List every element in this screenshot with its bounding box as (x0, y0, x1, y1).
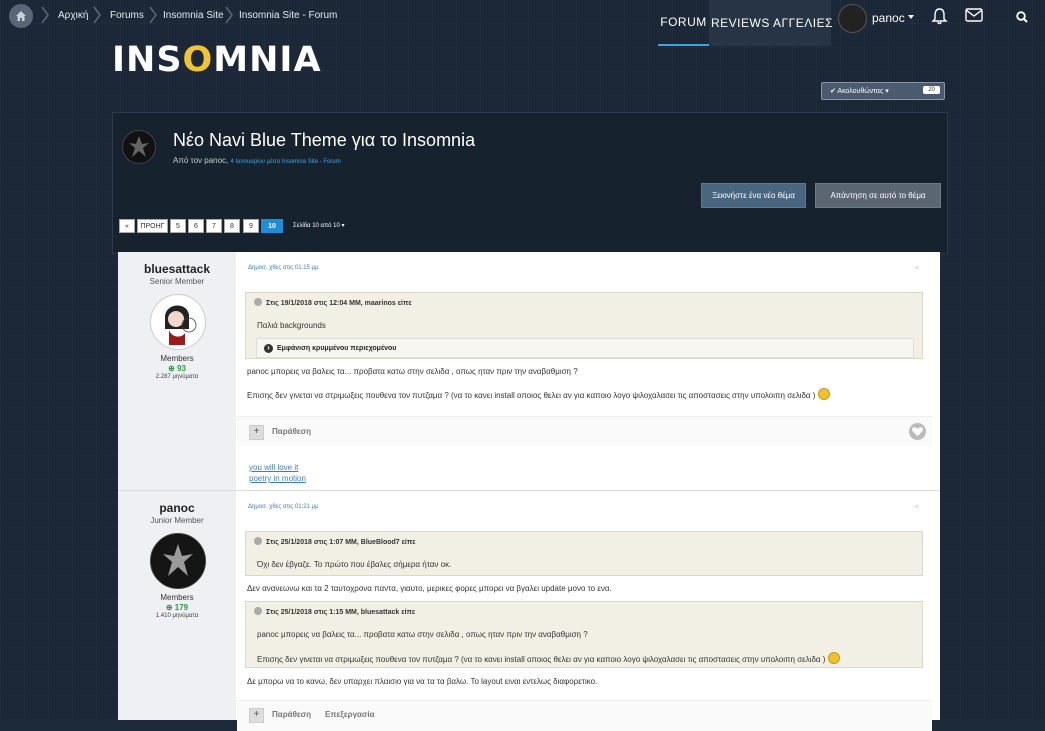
post-author-avatar[interactable] (150, 533, 206, 589)
breadcrumb-home[interactable]: Αρχική (58, 10, 88, 21)
post-text: Δε μπορω να το κανω, δεν υπαρχει πλαισιο… (247, 677, 598, 686)
quote-block: Στις 25/1/2018 στις 1:07 ΜΜ, BlueBlood7 … (245, 531, 923, 576)
nav-ads[interactable]: ΑΓΓΕΛΙΕΣ (773, 0, 833, 46)
user-name[interactable]: panoc (872, 11, 905, 25)
post-author-reputation: ⊕ 93 (168, 364, 186, 373)
topic-author[interactable]: Από τον panoc, (173, 156, 228, 165)
quote-text: Όχι δεν έβγαζε. Το πρώτο που έβαλες σήμε… (257, 560, 452, 569)
post: bluesattack Senior Member Members ⊕ 93 2… (118, 252, 940, 490)
quote-text: Επισης δεν γινεται να στριμωξεις πουθενα… (257, 655, 826, 664)
post-date[interactable]: Δημοσ. χθες στις 01:15 μμ (248, 265, 318, 271)
hidden-content-toggle[interactable]: Εμφάνιση κρυμμένου περιεχομένου (256, 338, 914, 358)
quote-header: Στις 25/1/2018 στις 1:15 ΜΜ, bluesattack… (254, 607, 415, 616)
heart-icon[interactable] (909, 423, 926, 440)
topic-author-avatar[interactable] (122, 130, 156, 164)
post-author-group: Members (160, 593, 194, 602)
post-text-line: Επισης δεν γινεται να στριμωξεις πουθενα… (247, 388, 831, 400)
post-text: Δεν ανανεωνω και τα 2 ταυτοχρονα παντα, … (247, 584, 612, 593)
pagination-info[interactable]: Σελίδα 10 από 10 ▾ (293, 222, 345, 229)
breadcrumb-forums[interactable]: Forums (110, 10, 144, 21)
quote-block: Στις 19/1/2018 στις 12:04 ΜΜ, maarinos ε… (245, 292, 923, 359)
quote-text-line: Επισης δεν γινεται να στριμωξεις πουθενα… (257, 652, 841, 664)
post-author-rank: Senior Member (149, 277, 205, 286)
post-author-rank: Junior Member (150, 516, 204, 525)
smiley-icon (818, 388, 831, 400)
post-text: panoc μπορεις να βαλεις τα... προβατα κα… (247, 367, 578, 376)
topic-meta[interactable]: 4 Ιανουαρίου μέσα Insomnia Site - Forum (231, 159, 341, 165)
pagination-page[interactable]: 9 (243, 219, 259, 233)
post-actions: + Παράθεση (237, 416, 932, 447)
share-icon[interactable]: < (915, 265, 919, 272)
user-avatar[interactable] (838, 4, 867, 33)
home-icon[interactable] (9, 4, 33, 28)
quote-button[interactable]: Παράθεση (272, 427, 311, 436)
topic-byline: Από τον panoc, 4 Ιανουαρίου μέσα Insomni… (173, 156, 341, 165)
post-author-reputation: ⊕ 179 (165, 603, 189, 612)
quote-text: panoc μπορεις να βαλεις τα... προβατα κα… (257, 630, 588, 639)
nav-reviews[interactable]: REVIEWS (711, 0, 770, 46)
pagination-page-current[interactable]: 10 (261, 219, 283, 233)
pagination-page[interactable]: 8 (224, 219, 240, 233)
follow-count: 20 (923, 86, 940, 94)
site-logo[interactable]: INSOMNIA (112, 40, 322, 80)
signature-link[interactable]: poetry in motion (249, 474, 306, 483)
chevron-right-icon (41, 6, 49, 24)
follow-button[interactable]: ✔ Ακολουθώντας ▾ 20 (821, 82, 945, 100)
pagination-first[interactable]: « (119, 219, 135, 233)
chevron-right-icon (149, 6, 157, 24)
smiley-icon (828, 652, 841, 664)
follow-label: ✔ Ακολουθώντας ▾ (830, 88, 889, 95)
bell-icon[interactable] (931, 7, 948, 25)
quote-block: Στις 25/1/2018 στις 1:15 ΜΜ, bluesattack… (245, 601, 923, 668)
pagination-page[interactable]: 6 (188, 219, 204, 233)
chevron-down-icon[interactable] (908, 15, 914, 19)
topic-title: Νέο Navi Blue Theme για το Insomnia (173, 130, 476, 150)
post-author-post-count: 2.287 μηνύματα (155, 374, 199, 380)
chevron-right-icon (93, 6, 101, 24)
post-date[interactable]: Δημοσ. χθες στις 01:21 μμ (248, 504, 318, 510)
multiquote-plus-icon[interactable]: + (249, 708, 264, 723)
logo-text: INS (112, 40, 183, 80)
new-topic-button[interactable]: Ξεκινήστε ένα νέο θέμα (701, 183, 806, 208)
post-author-name[interactable]: bluesattack (118, 262, 236, 276)
share-icon[interactable]: < (915, 504, 919, 511)
logo-text: MNIA (213, 40, 322, 80)
pagination-prev[interactable]: ΠΡΟΗΓ (137, 219, 168, 233)
post: panoc Junior Member Members ⊕ 179 1.410 … (118, 491, 940, 731)
quote-header: Στις 19/1/2018 στις 12:04 ΜΜ, maarinos ε… (254, 298, 412, 307)
breadcrumb-insomnia-forum[interactable]: Insomnia Site - Forum (239, 10, 337, 21)
quote-text: Παλιά backgrounds (257, 321, 326, 330)
multiquote-plus-icon[interactable]: + (249, 425, 264, 440)
hidden-content-label: Εμφάνιση κρυμμένου περιεχομένου (264, 344, 396, 353)
reply-topic-button[interactable]: Απάντηση σε αυτό το θέμα (815, 183, 941, 208)
signature-link[interactable]: you will love it (249, 463, 298, 472)
edit-button[interactable]: Επεξεργασία (325, 710, 375, 719)
post-author-group: Members (160, 354, 194, 363)
pagination-page[interactable]: 7 (206, 219, 222, 233)
nav-forum[interactable]: FORUM (658, 0, 709, 46)
breadcrumb-insomnia-site[interactable]: Insomnia Site (163, 10, 224, 21)
post-author-name[interactable]: panoc (118, 501, 236, 515)
envelope-icon[interactable] (965, 8, 983, 22)
quote-button[interactable]: Παράθεση (272, 710, 311, 719)
post-author-avatar[interactable] (150, 294, 206, 350)
post-actions: + Παράθεση Επεξεργασία (237, 700, 932, 731)
post-author-post-count: 1.410 μηνύματα (155, 613, 199, 619)
logo-moon: O (182, 40, 214, 80)
chevron-right-icon (225, 6, 233, 24)
search-icon[interactable] (1016, 11, 1028, 23)
post-text: Επισης δεν γινεται να στριμωξεις πουθενα… (247, 391, 816, 400)
pagination-page[interactable]: 5 (170, 219, 186, 233)
quote-header: Στις 25/1/2018 στις 1:07 ΜΜ, BlueBlood7 … (254, 537, 416, 546)
